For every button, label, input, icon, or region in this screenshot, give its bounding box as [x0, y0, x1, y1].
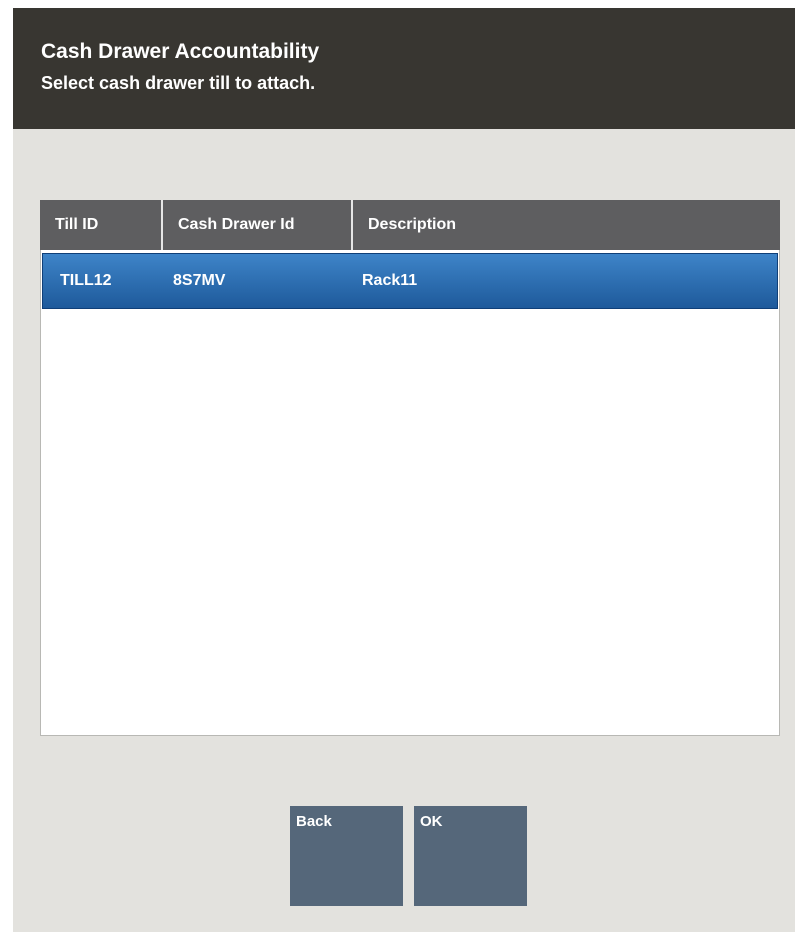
cash-drawer-dialog: Cash Drawer Accountability Select cash d… [13, 8, 795, 932]
column-header-till-id[interactable]: Till ID [40, 200, 163, 250]
dialog-header: Cash Drawer Accountability Select cash d… [13, 8, 795, 129]
cell-description: Rack11 [362, 272, 418, 289]
table-header: Till ID Cash Drawer Id Description [40, 200, 780, 250]
dialog-subtitle: Select cash drawer till to attach. [41, 73, 316, 93]
ok-button[interactable]: OK [414, 806, 527, 906]
table-row-selected[interactable]: TILL12 8S7MV Rack11 [42, 253, 778, 309]
column-header-description[interactable]: Description [353, 200, 780, 250]
cell-cash-drawer-id: 8S7MV [173, 272, 226, 289]
cell-till-id: TILL12 [60, 272, 112, 289]
column-header-cash-drawer-id[interactable]: Cash Drawer Id [163, 200, 353, 250]
till-table: Till ID Cash Drawer Id Description TILL1… [40, 200, 780, 736]
back-button[interactable]: Back [290, 806, 403, 906]
dialog-title: Cash Drawer Accountability [41, 40, 320, 63]
